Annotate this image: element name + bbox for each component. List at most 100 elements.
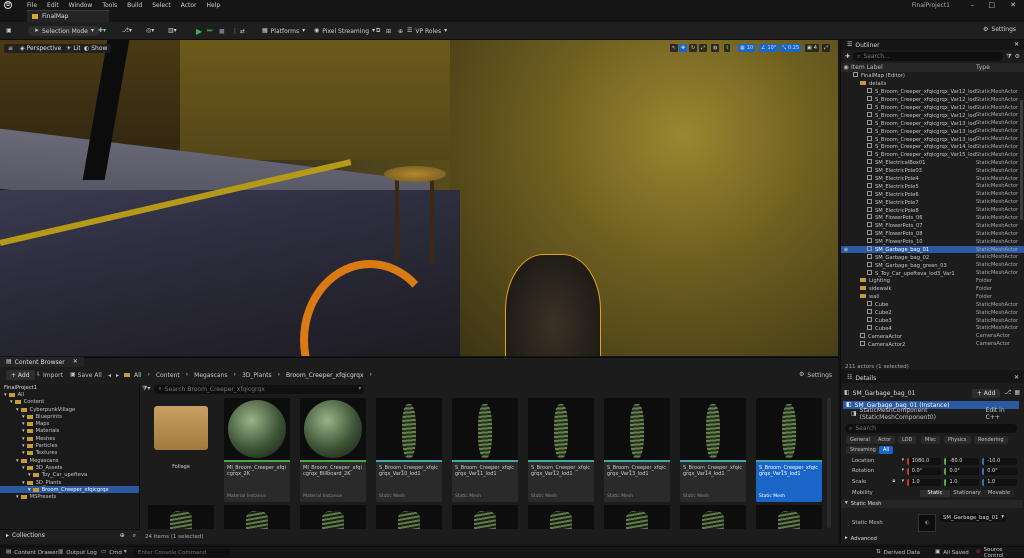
outliner-row[interactable]: CameraActor2 CameraActor bbox=[841, 340, 1024, 348]
add-icon[interactable]: ✚ bbox=[845, 53, 850, 60]
search-icon[interactable]: ⌕ bbox=[133, 532, 136, 539]
outliner-row[interactable]: Cube StaticMeshActor bbox=[841, 301, 1024, 309]
perspective-button[interactable]: ◈ Perspective bbox=[16, 44, 66, 53]
tab-lod[interactable]: LOD bbox=[898, 436, 917, 444]
selected-garbage-bag[interactable] bbox=[505, 254, 601, 356]
outliner-row[interactable]: SM_ElectricPole5 StaticMeshActor bbox=[841, 182, 1024, 190]
outliner-row[interactable]: S_Broom_Creeper_xfqicgrqx_Var12_lod Stati… bbox=[841, 111, 1024, 119]
launch-icon[interactable]: ⇄ bbox=[240, 26, 245, 36]
outliner-row[interactable]: SM_ElectricPole8 StaticMeshActor bbox=[841, 206, 1024, 214]
static-mesh-thumbnail[interactable]: ◐ bbox=[918, 514, 936, 532]
platforms-dropdown[interactable]: ▦ Platforms ▾ bbox=[262, 26, 305, 36]
folder-tree-item[interactable]: ▾ Materials bbox=[0, 428, 139, 435]
add-component-button[interactable]: + Add bbox=[971, 388, 1001, 398]
chevron-down-icon[interactable]: ▾ bbox=[10, 399, 13, 405]
chevron-down-icon[interactable]: ▾ bbox=[22, 443, 25, 449]
tab-misc[interactable]: Misc bbox=[921, 436, 941, 444]
outliner-row[interactable]: Cube4 StaticMeshActor bbox=[841, 324, 1024, 333]
cb-search-input[interactable]: ⌕ Search Broom_Creeper_xfqicgrqx ▾ bbox=[154, 384, 365, 394]
outliner-row[interactable]: FinalMap (Editor) bbox=[841, 72, 1024, 80]
chevron-down-icon[interactable]: ▾ bbox=[22, 436, 25, 442]
asset-grid-scrollbar[interactable] bbox=[827, 398, 831, 528]
mobility-stationary-button[interactable]: Stationary bbox=[951, 489, 983, 497]
show-button[interactable]: ◐ Show bbox=[80, 44, 112, 53]
asset-tile[interactable]: MI_Broom_Creeper_xfqicgrqx_2K Material In… bbox=[224, 398, 290, 502]
outliner-row[interactable]: SM_ElectricPole6 StaticMeshActor bbox=[841, 190, 1024, 198]
visibility-icon[interactable]: ◉ bbox=[841, 247, 851, 253]
column-item-label[interactable]: Item Label bbox=[851, 64, 976, 71]
static-mesh-section[interactable]: ▾ Static Mesh bbox=[841, 500, 1023, 508]
outliner-row[interactable]: Cube3 StaticMeshActor bbox=[841, 317, 1024, 325]
mobility-movable-button[interactable]: Movable bbox=[984, 489, 1014, 497]
tab-rendering[interactable]: Rendering bbox=[974, 436, 1008, 444]
vp-roles-dropdown[interactable]: ☰ VP Roles ▾ bbox=[407, 26, 447, 36]
advanced-section[interactable]: ▸ Advanced bbox=[841, 535, 1023, 543]
static-mesh-dropdown[interactable]: SM_Garbage_bag_01 ▾ bbox=[940, 514, 1006, 522]
scale-y-field[interactable]: 1.0 bbox=[944, 478, 980, 486]
rotate-tool-icon[interactable]: ↻ bbox=[689, 44, 698, 52]
folder-tree-item[interactable]: ▾ Particles bbox=[0, 442, 139, 449]
derived-data-button[interactable]: ⇅ Derived Data bbox=[876, 549, 920, 557]
asset-tile[interactable]: MI_Broom_Creeper_xfqicgrqx_Billboard_2K M… bbox=[300, 398, 366, 502]
outliner-row[interactable]: details bbox=[841, 80, 1024, 88]
outliner-row[interactable]: SM_ElectricPole4 StaticMeshActor bbox=[841, 175, 1024, 183]
scale-tool-icon[interactable]: ⤢ bbox=[699, 44, 708, 52]
scale-mode-dropdown[interactable] bbox=[897, 479, 907, 484]
folder-tree-item[interactable]: ▾ Blueprints bbox=[0, 413, 139, 420]
asset-tile[interactable] bbox=[756, 505, 822, 529]
cmd-dropdown[interactable]: ▭ Cmd ▾ bbox=[101, 549, 127, 557]
outliner-row[interactable]: S_Broom_Creeper_xfqicgrqx_Var15_lod Stati… bbox=[841, 151, 1024, 159]
chevron-down-icon[interactable]: ▾ bbox=[22, 450, 25, 456]
asset-tile[interactable]: S_Broom_Creeper_xfqicgrqx_Var10_lod1 Stat… bbox=[376, 398, 442, 502]
rotation-z-field[interactable]: 0.0° bbox=[982, 467, 1017, 475]
play-icon[interactable]: ▶ bbox=[196, 26, 202, 36]
translate-tool-icon[interactable]: ↖ bbox=[670, 44, 679, 52]
menu-build[interactable]: Build bbox=[127, 2, 142, 9]
location-z-field[interactable]: -10.0 bbox=[982, 457, 1017, 465]
outliner-search-input[interactable]: ⌕ Search... bbox=[853, 52, 1004, 61]
outliner-row[interactable]: SM_ElectricPole7 StaticMeshActor bbox=[841, 198, 1024, 206]
chevron-down-icon[interactable]: ▾ bbox=[22, 421, 25, 427]
asset-tile[interactable]: S_Broom_Creeper_xfqicgrqx_Var11_lod1 Stat… bbox=[452, 398, 518, 502]
cinematics-icon[interactable]: ◎▾ bbox=[146, 26, 154, 36]
grid-icon[interactable]: ▦ bbox=[1014, 390, 1020, 396]
outliner-row[interactable]: S_Broom_Creeper_xfqicgrqx_Var13_lod Stati… bbox=[841, 119, 1024, 127]
mobility-static-button[interactable]: Static bbox=[920, 489, 950, 497]
outliner-row[interactable]: CameraActor CameraActor bbox=[841, 332, 1024, 340]
location-mode-dropdown[interactable] bbox=[897, 458, 907, 463]
outliner-row[interactable]: wall Folder bbox=[841, 293, 1024, 301]
folder-tree-item[interactable]: ▾ Broom_Creeper_xfqicgrqx bbox=[0, 486, 139, 494]
folder-tree-item[interactable]: ▾ CyberpunkVillage bbox=[0, 406, 139, 413]
asset-tile[interactable] bbox=[300, 505, 366, 529]
source-icon[interactable]: ⊕ bbox=[398, 26, 403, 36]
add-button[interactable]: + Add bbox=[6, 370, 35, 380]
content-drawer-button[interactable]: ▤ Content Drawer bbox=[6, 549, 58, 557]
asset-tile[interactable] bbox=[604, 505, 670, 529]
location-x-field[interactable]: 1080.0 bbox=[906, 457, 942, 465]
component-row[interactable]: ◨ StaticMeshComponent (StaticMeshCompone… bbox=[843, 407, 1019, 421]
quick-add-icon[interactable]: ✚▾ bbox=[98, 26, 106, 36]
outliner-row[interactable]: SM_FlowerPots_08 StaticMeshActor bbox=[841, 230, 1024, 238]
cb-settings-button[interactable]: ⚙ Settings bbox=[799, 371, 832, 379]
minimize-icon[interactable]: – bbox=[971, 1, 975, 9]
folder-tree-item[interactable]: ▾ Meshes bbox=[0, 435, 139, 442]
outliner-row[interactable]: S_Broom_Creeper_xfqicgrqx_Var13_lod Stati… bbox=[841, 127, 1024, 135]
surface-snap-icon[interactable]: ⌇ bbox=[724, 44, 731, 52]
folder-tree-item[interactable]: ▾ Toy_Car_upefteva bbox=[0, 472, 139, 479]
tab-actor[interactable]: Actor bbox=[874, 436, 896, 444]
asset-tile[interactable] bbox=[376, 505, 442, 529]
outliner-row[interactable]: S_Broom_Creeper_xfqicgrqx_Var14_lod Stati… bbox=[841, 143, 1024, 151]
tab-general[interactable]: General bbox=[846, 436, 874, 444]
chevron-down-icon[interactable]: ▾ bbox=[22, 414, 25, 420]
outliner-row[interactable]: S_Broom_Creeper_xfqicgrqx_Var13_lod Stati… bbox=[841, 135, 1024, 143]
chevron-down-icon[interactable]: ▾ bbox=[28, 472, 31, 478]
blueprint-icon[interactable]: ⎇▾ bbox=[122, 26, 132, 36]
move-tool-icon[interactable]: ✥ bbox=[679, 44, 688, 52]
outliner-row[interactable]: SM_FlowerPots_07 StaticMeshActor bbox=[841, 222, 1024, 230]
save-icon[interactable]: ▣ bbox=[6, 26, 12, 36]
scale-z-field[interactable]: 1.0 bbox=[982, 478, 1017, 486]
menu-help[interactable]: Help bbox=[207, 2, 221, 9]
close-icon[interactable]: ✕ bbox=[1014, 375, 1019, 381]
menu-file[interactable]: File bbox=[27, 2, 37, 9]
pixel-streaming-dropdown[interactable]: ◉ Pixel Streaming ▾ bbox=[314, 26, 375, 36]
